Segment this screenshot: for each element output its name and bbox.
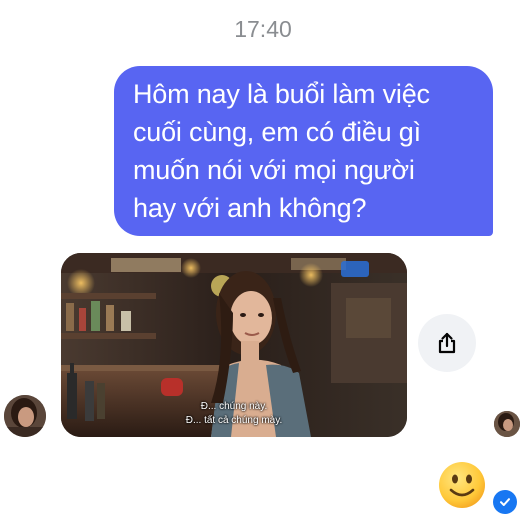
check-icon <box>500 498 510 506</box>
outgoing-message-bubble[interactable]: Hôm nay là buổi làm việc cuối cùng, em c… <box>114 66 493 236</box>
message-line: cuối cùng, em có điều gì <box>133 117 421 147</box>
message-line: hay với anh không? <box>133 193 367 223</box>
read-avatar <box>494 411 520 437</box>
subtitle-line: Đ... tất cả chúng mày. <box>185 415 283 426</box>
reaction-emoji[interactable] <box>437 460 487 510</box>
share-icon <box>438 332 456 354</box>
message-line: muốn nói với mọi người <box>133 155 415 185</box>
subtitle-line: Đ... chúng này. <box>200 401 268 412</box>
timestamp: 17:40 <box>234 16 292 42</box>
media-message[interactable]: Đ... chúng này. Đ... tất cả chúng mày. <box>61 253 407 437</box>
avatar-image <box>4 395 46 437</box>
share-button[interactable] <box>418 314 476 372</box>
slightly-smiling-face-icon <box>439 462 485 508</box>
avatar-image <box>494 411 520 437</box>
sender-avatar[interactable] <box>4 395 46 437</box>
message-line: Hôm nay là buổi làm việc <box>133 79 430 109</box>
seen-indicator <box>493 490 517 514</box>
